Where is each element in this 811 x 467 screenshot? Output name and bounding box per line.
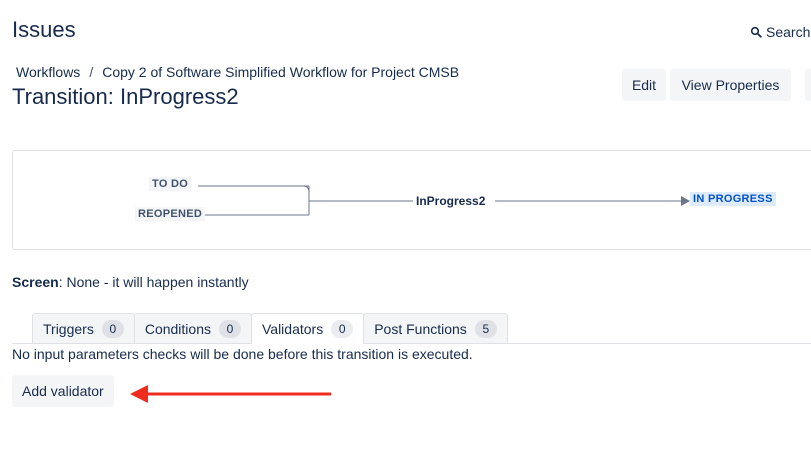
tab-conditions[interactable]: Conditions 0 xyxy=(133,313,252,343)
screen-label: Screen xyxy=(12,274,59,290)
add-validator-button[interactable]: Add validator xyxy=(12,375,114,407)
validators-description: No input parameters checks will be done … xyxy=(12,346,473,362)
tab-post-functions[interactable]: Post Functions 5 xyxy=(363,313,508,343)
tab-validators[interactable]: Validators 0 xyxy=(250,313,365,344)
tab-label: Post Functions xyxy=(374,320,467,337)
breadcrumb-workflows-link[interactable]: Workflows xyxy=(16,64,80,80)
tab-count-badge: 5 xyxy=(474,319,497,338)
tab-label: Conditions xyxy=(144,320,211,337)
annotation-arrow-icon xyxy=(130,385,331,403)
tab-count-badge: 0 xyxy=(101,319,124,338)
transition-tabs: Triggers 0 Conditions 0 Validators 0 Pos… xyxy=(32,313,508,344)
page-title: Transition: InProgress2 xyxy=(12,84,239,109)
tab-label: Validators xyxy=(261,321,324,337)
view-properties-button[interactable]: View Properties xyxy=(670,69,791,101)
app-title: Issues xyxy=(12,17,76,42)
search-button[interactable]: Search xyxy=(750,24,810,40)
search-label: Search xyxy=(766,24,811,40)
page: { "header": { "app_title": "Issues", "se… xyxy=(0,0,811,467)
arrowhead-icon xyxy=(681,196,690,206)
status-from-todo[interactable]: TO DO xyxy=(149,177,192,191)
screen-value: : None - it will happen instantly xyxy=(58,274,249,290)
transition-diagram: TO DO REOPENED InProgress2 IN PROGRESS xyxy=(12,150,811,250)
more-actions-button[interactable] xyxy=(805,69,811,101)
tab-count-badge: 0 xyxy=(218,319,241,338)
breadcrumb: Workflows / Copy 2 of Software Simplified … xyxy=(16,64,459,80)
status-to-in-progress[interactable]: IN PROGRESS xyxy=(690,192,776,206)
tab-triggers[interactable]: Triggers 0 xyxy=(32,313,135,343)
transition-name-label: InProgress2 xyxy=(413,194,489,208)
screen-info: Screen: None - it will happen instantly xyxy=(12,274,249,290)
status-from-reopened[interactable]: REOPENED xyxy=(135,207,206,221)
tab-count-badge: 0 xyxy=(331,320,354,338)
search-icon xyxy=(750,26,762,38)
edit-button[interactable]: Edit xyxy=(622,69,666,101)
breadcrumb-workflow-link[interactable]: Copy 2 of Software Simplified Workflow f… xyxy=(102,64,459,80)
breadcrumb-separator: / xyxy=(89,64,94,80)
tab-label: Triggers xyxy=(43,320,94,337)
